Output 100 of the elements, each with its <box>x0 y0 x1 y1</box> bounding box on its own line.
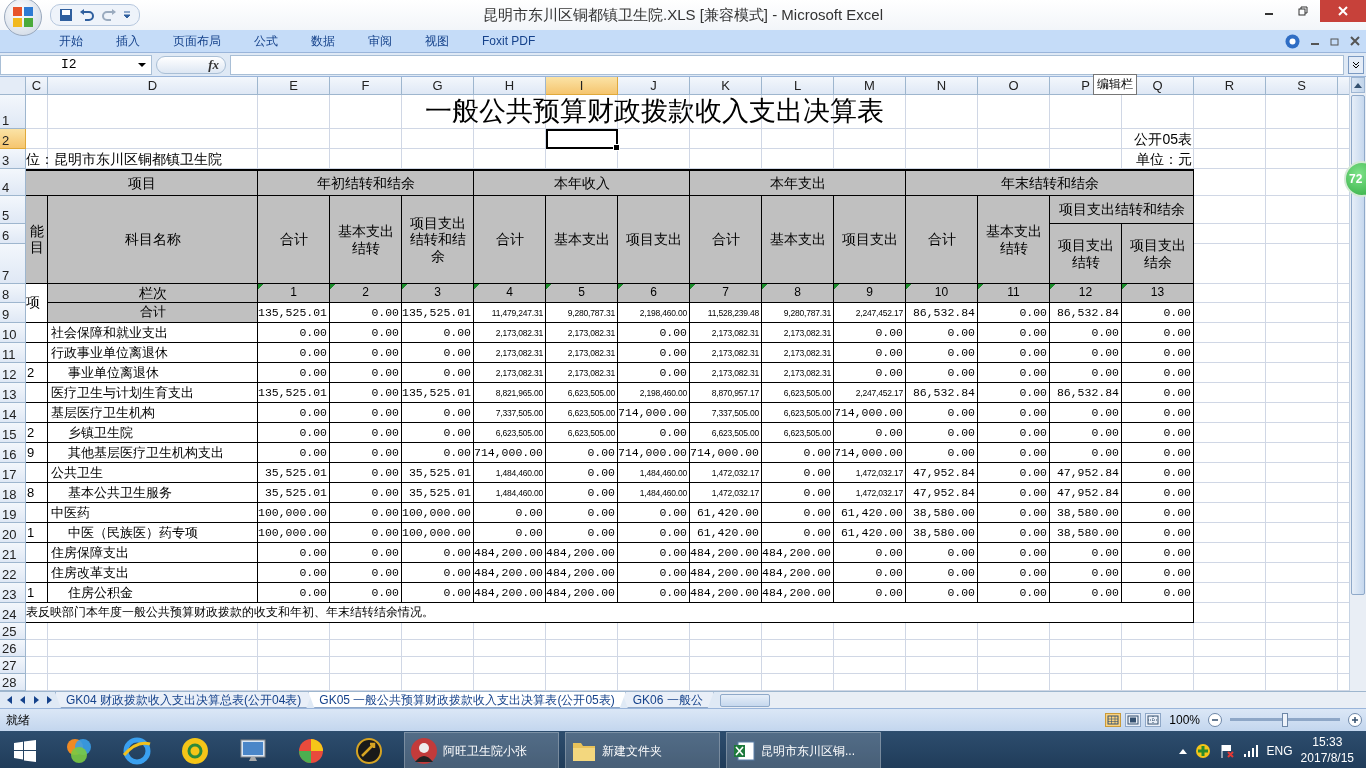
column-header[interactable]: K <box>690 77 762 95</box>
table-cell: 7,337,505.00 <box>690 403 762 423</box>
table-cell: 6,623,505.00 <box>474 423 546 443</box>
scroll-up-button[interactable] <box>1351 77 1365 93</box>
row-header[interactable]: 7 <box>0 244 26 284</box>
row-header[interactable]: 11 <box>0 343 26 363</box>
row-header[interactable]: 28 <box>0 674 26 691</box>
ribbon-tab[interactable]: 公式 <box>243 32 289 50</box>
row-header[interactable]: 19 <box>0 503 26 523</box>
column-header[interactable]: O <box>978 77 1050 95</box>
restore-icon[interactable] <box>1298 6 1308 16</box>
name-box[interactable]: I2 <box>0 54 152 75</box>
row-header[interactable]: 14 <box>0 403 26 423</box>
row-header[interactable]: 18 <box>0 483 26 503</box>
table-cell: 0.00 <box>402 323 474 343</box>
row-header[interactable]: 22 <box>0 563 26 583</box>
row-header[interactable]: 6 <box>0 224 26 244</box>
row-header[interactable]: 26 <box>0 640 26 657</box>
column-header[interactable]: M <box>834 77 906 95</box>
signal-icon[interactable] <box>1242 744 1259 758</box>
expand-button[interactable] <box>1348 55 1364 74</box>
ribbon-tab[interactable]: Foxit PDF <box>471 34 547 48</box>
column-header[interactable]: L <box>762 77 834 95</box>
row-header[interactable]: 25 <box>0 623 26 640</box>
column-header[interactable]: G <box>402 77 474 95</box>
undo-icon[interactable] <box>79 8 95 22</box>
flag-icon[interactable] <box>1218 743 1235 759</box>
column-header[interactable]: S <box>1266 77 1338 95</box>
row-header[interactable]: 9 <box>0 303 26 323</box>
table-cell: 0.00 <box>978 523 1050 543</box>
row-header[interactable]: 16 <box>0 443 26 463</box>
ribbon-tab[interactable]: 数据 <box>300 32 346 50</box>
ball-icon[interactable] <box>296 736 326 766</box>
row-header[interactable]: 24 <box>0 603 26 623</box>
dropdown-icon[interactable] <box>137 61 147 68</box>
row-header[interactable]: 5 <box>0 196 26 224</box>
row-header[interactable]: 15 <box>0 423 26 443</box>
taskbar-window[interactable]: 昆明市东川区铜... <box>726 732 881 768</box>
table-cell <box>26 563 48 583</box>
view-button[interactable] <box>1105 713 1122 727</box>
row-header[interactable]: 2 <box>0 129 26 149</box>
row-header[interactable]: 10 <box>0 323 26 343</box>
ribbon-tab[interactable]: 页面布局 <box>162 32 232 50</box>
browser-icon[interactable] <box>122 736 152 766</box>
start-icon[interactable] <box>13 739 37 763</box>
sheet-tab[interactable]: GK04 财政拨款收入支出决算总表(公开04表) <box>55 692 313 708</box>
table-cell: 38,580.00 <box>906 523 978 543</box>
row-header[interactable]: 8 <box>0 284 26 303</box>
clock-time[interactable]: 15:33 <box>1312 735 1343 751</box>
input-language[interactable]: ENG <box>1266 744 1293 758</box>
scroll-thumb[interactable] <box>1351 95 1365 595</box>
formula-input[interactable] <box>230 54 1344 75</box>
column-header[interactable]: F <box>330 77 402 95</box>
view-button[interactable] <box>1145 713 1162 727</box>
plus-icon[interactable] <box>1194 743 1211 759</box>
office-button[interactable] <box>4 0 42 36</box>
ribbon-tab[interactable]: 开始 <box>48 32 94 50</box>
row-header[interactable]: 21 <box>0 543 26 563</box>
taskbar-window[interactable]: 阿旺卫生院小张 <box>404 732 559 768</box>
row-header[interactable]: 23 <box>0 583 26 603</box>
row-header[interactable]: 1 <box>0 95 26 129</box>
table-cell: 6,623,505.00 <box>690 423 762 443</box>
clock-date[interactable]: 2017/8/15 <box>1300 751 1354 767</box>
app-icon[interactable] <box>64 736 94 766</box>
sheet-tab[interactable]: GK06 一般公 <box>621 692 714 708</box>
row-header[interactable]: 4 <box>0 169 26 196</box>
row-header[interactable]: 13 <box>0 383 26 403</box>
row-header[interactable]: 12 <box>0 363 26 383</box>
ribbon-tab[interactable]: 视图 <box>414 32 460 50</box>
row-header[interactable]: 20 <box>0 523 26 543</box>
column-header[interactable]: N <box>906 77 978 95</box>
column-header[interactable]: E <box>258 77 330 95</box>
row-header[interactable]: 27 <box>0 657 26 674</box>
view-button[interactable] <box>1125 713 1142 727</box>
restore-icon[interactable] <box>1330 36 1340 46</box>
column-header[interactable]: H <box>474 77 546 95</box>
close-icon[interactable] <box>1350 36 1360 46</box>
ribbon-tab[interactable]: 审阅 <box>357 32 403 50</box>
close-button[interactable] <box>1320 0 1366 22</box>
save-icon[interactable] <box>59 8 73 22</box>
row-header[interactable]: 3 <box>0 149 26 169</box>
column-header[interactable]: C <box>26 77 48 95</box>
horizontal-scroll-thumb[interactable] <box>719 693 770 707</box>
column-header[interactable]: R <box>1194 77 1266 95</box>
column-header[interactable]: I <box>546 77 618 95</box>
caret-icon[interactable] <box>1178 748 1187 754</box>
column-header[interactable]: J <box>618 77 690 95</box>
zoom-in-button[interactable] <box>1348 713 1362 727</box>
column-header[interactable]: D <box>48 77 258 95</box>
ribbon-tab[interactable]: 插入 <box>105 32 151 50</box>
table-cell: 行政事业单位离退休 <box>48 343 258 363</box>
table-cell: 0.00 <box>330 303 402 323</box>
help-icon[interactable] <box>1285 33 1300 49</box>
customize-icon[interactable] <box>123 10 131 20</box>
taskbar-window[interactable]: 新建文件夹 <box>565 732 720 768</box>
sheet-tab[interactable]: GK05 一般公共预算财政拨款收入支出决算表(公开05表) <box>308 692 626 708</box>
music-icon[interactable] <box>180 736 210 766</box>
insert-function-button[interactable]: fx <box>208 56 219 73</box>
zoom-out-button[interactable] <box>1208 713 1222 727</box>
row-header[interactable]: 17 <box>0 463 26 483</box>
